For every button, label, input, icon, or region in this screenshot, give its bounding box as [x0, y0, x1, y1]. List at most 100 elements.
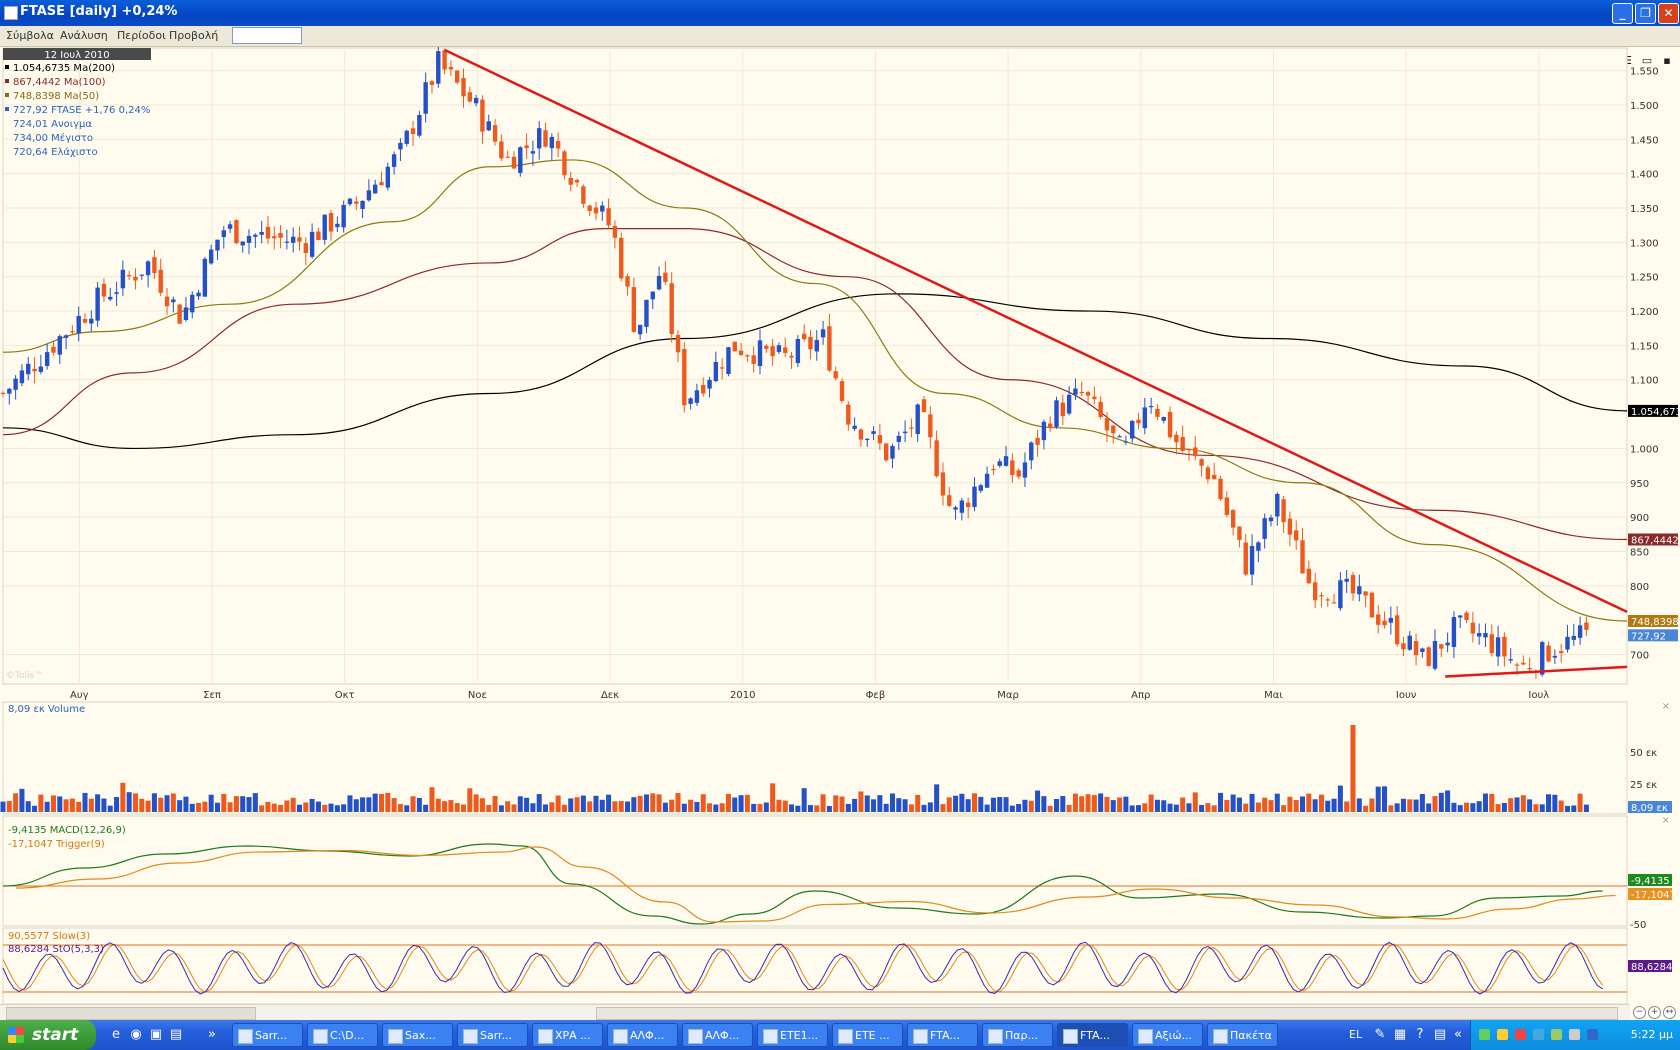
candle-body	[928, 414, 933, 438]
start-button[interactable]: start	[0, 1020, 96, 1050]
macd-close-icon[interactable]: ×	[1662, 815, 1670, 826]
zoom-fit-icon[interactable]: ↔	[1663, 1006, 1676, 1019]
candle-body	[1193, 447, 1198, 457]
taskbar-button[interactable]: FTA...	[907, 1023, 978, 1047]
tray-shield-icon[interactable]	[1497, 1029, 1508, 1040]
candle-body	[1256, 542, 1261, 551]
menu-symbols[interactable]: Σύμβολα	[6, 29, 54, 42]
volume-bar	[763, 802, 769, 812]
tray-tool-icon-3[interactable]: ▤	[1432, 1027, 1448, 1043]
close-button[interactable]: ✕	[1658, 3, 1679, 24]
candle-body	[1527, 667, 1532, 670]
taskbar-button[interactable]: Sax...	[382, 1023, 453, 1047]
volume-bar	[555, 795, 561, 812]
candle-body	[467, 92, 473, 102]
volume-bar	[543, 804, 549, 812]
taskbar-button[interactable]: ΕΤΕ ...	[832, 1023, 903, 1047]
candle-body	[574, 179, 580, 183]
taskbar-button[interactable]: Πακέτα	[1207, 1023, 1278, 1047]
candle-body	[70, 331, 75, 333]
candle-body	[1394, 615, 1400, 645]
volume-bar	[618, 801, 624, 812]
volume-bar	[486, 804, 492, 812]
volume-bar	[612, 801, 618, 812]
volume-bar	[233, 796, 239, 812]
tray-tool-icon-1[interactable]: ✎	[1372, 1027, 1388, 1043]
candle-body	[1338, 580, 1343, 609]
taskbar-button[interactable]: Αξιώ...	[1132, 1023, 1203, 1047]
language-indicator[interactable]: EL	[1349, 1028, 1362, 1041]
tray-messenger-icon[interactable]	[1587, 1029, 1598, 1040]
help-icon[interactable]: ?	[1412, 1027, 1428, 1043]
tray-expand-icon[interactable]: «	[1450, 1027, 1466, 1043]
volume-bar	[1382, 786, 1388, 812]
volume-bar	[315, 801, 321, 812]
taskbar-button[interactable]: Sarr...	[232, 1023, 303, 1047]
menu-periods[interactable]: Περίοδοι	[117, 29, 166, 42]
volume-bar	[196, 802, 202, 812]
volume-bar	[240, 796, 246, 812]
quicklaunch-icon-2[interactable]: ◉	[128, 1027, 144, 1043]
quicklaunch-icon-4[interactable]: ▤	[168, 1027, 184, 1043]
candle-body	[719, 367, 725, 369]
quicklaunch-more-icon[interactable]: »	[204, 1027, 220, 1043]
symbol-input[interactable]	[232, 27, 302, 44]
chart-area[interactable]: 1.550 1.500 1.450 1.400 1.350 1.300 1.250 1.200…	[0, 46, 1680, 1010]
candle-body	[637, 324, 643, 335]
candle-body	[190, 294, 195, 313]
y-tick-label: 1.300	[1630, 238, 1659, 249]
volume-bar	[366, 797, 372, 812]
tray-tool-icon-2[interactable]: ▦	[1392, 1027, 1408, 1043]
tray-volume-icon[interactable]	[1569, 1029, 1580, 1040]
volume-bar	[227, 802, 233, 812]
tray-network-icon[interactable]	[1479, 1029, 1490, 1040]
quicklaunch-icon-3[interactable]: ▣	[148, 1027, 164, 1043]
taskbar-button[interactable]: ΑΛΦ...	[682, 1023, 753, 1047]
taskbar-button[interactable]: FTA...	[1057, 1023, 1128, 1047]
menu-analysis[interactable]: Ανάλυση	[60, 29, 108, 42]
taskbar-button-label: Sarr...	[480, 1029, 513, 1042]
volume-bar	[1199, 804, 1205, 812]
scroll-thumb-left[interactable]	[6, 1007, 256, 1020]
taskbar-button[interactable]: Sarr...	[457, 1023, 528, 1047]
restore-button[interactable]: ❐	[1635, 3, 1656, 24]
volume-bar	[353, 799, 359, 812]
scroll-thumb-main[interactable]	[596, 1007, 1618, 1020]
tray-antivirus-icon[interactable]	[1515, 1029, 1526, 1040]
volume-bar	[1243, 803, 1249, 812]
taskbar-button[interactable]: ΕΤΕ1...	[757, 1023, 828, 1047]
volume-close-icon[interactable]: ×	[1662, 701, 1670, 712]
zoom-out-icon[interactable]: −	[1633, 1006, 1646, 1019]
volume-bar	[404, 805, 410, 812]
horizontal-scrollbar[interactable]	[0, 1004, 1630, 1021]
ie-icon[interactable]: e	[108, 1027, 124, 1043]
legend-swatch	[5, 79, 9, 83]
candle-body	[1476, 633, 1482, 637]
candle-body	[473, 97, 479, 104]
tray-app-icon[interactable]	[1551, 1029, 1562, 1040]
volume-bar	[1262, 797, 1268, 812]
taskbar-button[interactable]: ΑΛΦ...	[607, 1023, 678, 1047]
zoom-in-icon[interactable]: +	[1648, 1006, 1661, 1019]
volume-bar	[95, 794, 101, 812]
price-x-axis: Αυγ Σεπ Οκτ Νοε Δεκ 2010 Φεβ Μαρ Απρ Μαι Ιουν Ιουλ	[70, 690, 1549, 701]
candle-body	[909, 427, 914, 429]
candle-body	[1407, 635, 1412, 650]
volume-bar	[498, 805, 504, 812]
volume-bar	[132, 793, 138, 812]
taskbar-button[interactable]: Παρ...	[982, 1023, 1053, 1047]
candle-body	[335, 223, 340, 228]
taskbar-button-label: Παρ...	[1005, 1029, 1038, 1042]
candle-body	[890, 445, 895, 459]
volume-bar	[524, 797, 530, 812]
volume-bar	[1489, 793, 1495, 812]
menu-view[interactable]: Προβολή	[169, 29, 218, 42]
volume-bar	[454, 803, 460, 812]
y-tick-label: 850	[1630, 547, 1649, 558]
candle-body	[240, 241, 245, 246]
tray-update-icon[interactable]	[1533, 1029, 1544, 1040]
candle-body	[511, 156, 517, 169]
minimize-button[interactable]: _	[1612, 3, 1633, 24]
taskbar-button[interactable]: C:\D...	[307, 1023, 378, 1047]
taskbar-button[interactable]: ΧΡΑ ...	[532, 1023, 603, 1047]
